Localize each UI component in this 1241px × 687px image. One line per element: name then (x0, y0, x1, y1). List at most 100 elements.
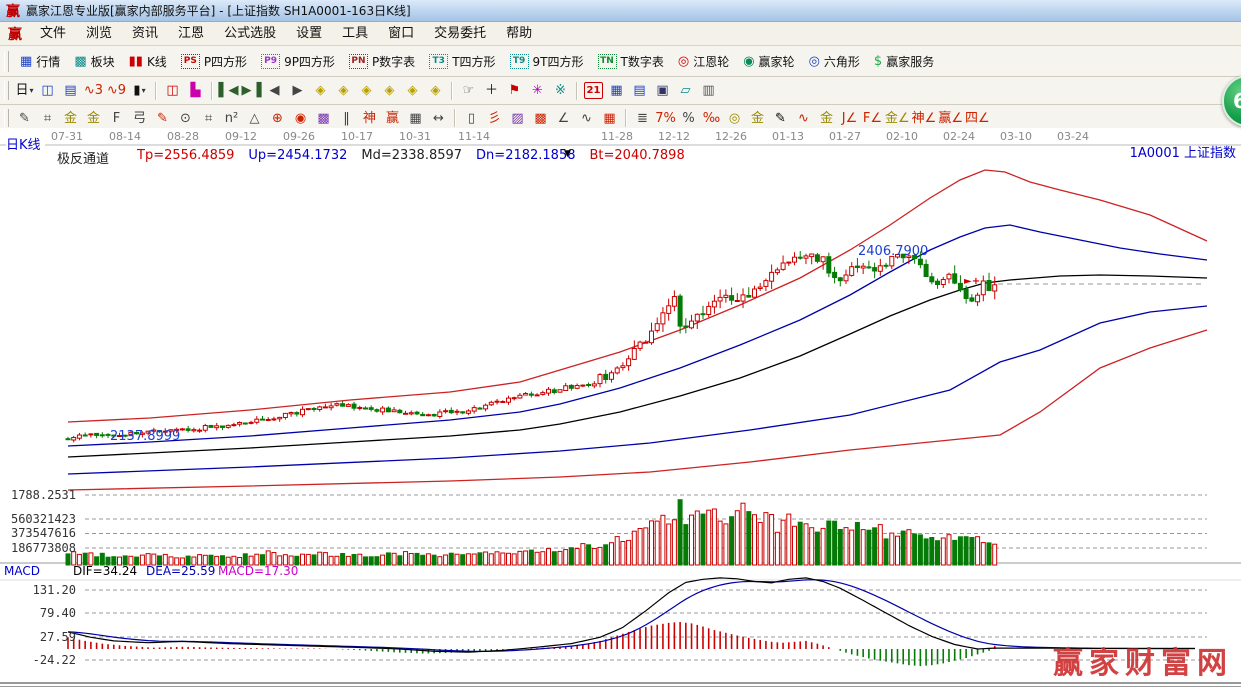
pencil-tool-icon[interactable]: ✎ (13, 107, 36, 129)
gann-diamond-cross-icon[interactable]: ◈ (401, 80, 424, 102)
9p-square-button[interactable]: P99P四方形 (254, 50, 342, 73)
menu-资讯[interactable]: 资讯 (122, 22, 168, 45)
menu-公式选股[interactable]: 公式选股 (214, 22, 286, 45)
bow-grid-icon[interactable]: 弓 (128, 107, 151, 129)
shade-grid-icon[interactable]: ▨ (506, 107, 529, 129)
kline-button[interactable]: ▮▮K线 (122, 50, 174, 73)
net-tool-icon[interactable]: ※ (549, 80, 572, 102)
menu-江恩[interactable]: 江恩 (168, 22, 214, 45)
period-selector-icon[interactable]: 日▾ (13, 80, 36, 102)
red-sheet-icon[interactable]: ▦ (598, 107, 621, 129)
p-square-button[interactable]: PSP四方形 (174, 50, 254, 73)
red-wave-icon[interactable]: ∿ (792, 107, 815, 129)
circle-tool-icon[interactable]: ⊙ (174, 107, 197, 129)
gold-circle-icon[interactable]: ◎ (723, 107, 746, 129)
f-angle-icon[interactable]: F∠ (861, 107, 884, 129)
gann-diamond-h-icon[interactable]: ◈ (355, 80, 378, 102)
menu-文件[interactable]: 文件 (30, 22, 76, 45)
gann-diamond-right-icon[interactable]: ◈ (332, 80, 355, 102)
gold-grid-2-icon[interactable]: 金 (82, 107, 105, 129)
first-bar-icon[interactable]: ▌◀ (217, 80, 240, 102)
ruler-123-icon[interactable]: ▦ (404, 107, 427, 129)
gold-grid-1-icon[interactable]: 金 (59, 107, 82, 129)
toolbar-grip[interactable] (4, 81, 9, 100)
9t-square-button[interactable]: T99T四方形 (503, 50, 591, 73)
calendar-icon[interactable]: 21 (584, 82, 603, 99)
last-bar-icon[interactable]: ▶▐ (240, 80, 263, 102)
red-window-icon[interactable]: ◫ (161, 80, 184, 102)
square-number-icon[interactable]: n² (220, 107, 243, 129)
si-angle-icon[interactable]: 四∠ (964, 107, 991, 129)
box-select-icon[interactable]: ▯ (460, 107, 483, 129)
parallel-tool-icon[interactable]: ‖ (335, 107, 358, 129)
flag-tool-icon[interactable]: ⚑ (503, 80, 526, 102)
kline-9-icon[interactable]: ∿9 (105, 80, 128, 102)
chart-area[interactable]: 07-3108-1408-2809-1209-2610-1710-3111-14… (0, 128, 1241, 686)
chart-canvas[interactable] (0, 128, 1241, 686)
info-panel-icon[interactable]: ▤ (59, 80, 82, 102)
shen-tool-icon[interactable]: 神 (358, 107, 381, 129)
winner-wheel-button[interactable]: ◉赢家轮 (736, 50, 801, 73)
sectors-button[interactable]: ▩板块 (67, 50, 121, 73)
ying-angle-icon[interactable]: 赢∠ (937, 107, 964, 129)
grid-tool-icon[interactable]: ⌗ (36, 107, 59, 129)
fib-grid-icon[interactable]: F (105, 107, 128, 129)
title-bar[interactable]: 赢 赢家江恩专业版[赢家内部服务平台] - [上证指数 SH1A0001-163… (0, 0, 1241, 22)
hexagon-button[interactable]: ◎六角形 (802, 50, 867, 73)
print-icon[interactable]: ▥ (697, 80, 720, 102)
wave-line-icon[interactable]: ∿ (575, 107, 598, 129)
toolbar-grip[interactable] (4, 109, 9, 127)
purple-grid-icon[interactable]: ▩ (312, 107, 335, 129)
gann-diamond-left-icon[interactable]: ◈ (309, 80, 332, 102)
menu-窗口[interactable]: 窗口 (378, 22, 424, 45)
levels-tool-icon[interactable]: ≣ (631, 107, 654, 129)
gann-compass-icon[interactable]: ⊕ (266, 107, 289, 129)
red-pencil-icon[interactable]: ✎ (151, 107, 174, 129)
hand-tool-icon[interactable]: ☞ (457, 80, 480, 102)
menu-帮助[interactable]: 帮助 (496, 22, 542, 45)
ying-tool-icon[interactable]: 赢 (381, 107, 404, 129)
kline-3-icon[interactable]: ∿3 (82, 80, 105, 102)
angle-mirror-icon[interactable]: △ (243, 107, 266, 129)
gold-angle-icon[interactable]: 金∠ (884, 107, 911, 129)
menu-工具[interactable]: 工具 (332, 22, 378, 45)
paint-chart-icon[interactable]: ▙ (184, 80, 207, 102)
fan-lines-icon[interactable]: 彡 (483, 107, 506, 129)
hash-tool-icon[interactable]: ⌗ (197, 107, 220, 129)
angle-line-icon[interactable]: ∠ (552, 107, 575, 129)
gann-diamond-expand-icon[interactable]: ◈ (424, 80, 447, 102)
p-table-button[interactable]: PNP数字表 (342, 50, 422, 73)
permille-icon[interactable]: ‰ (700, 107, 723, 129)
menu-交易委托[interactable]: 交易委托 (424, 22, 496, 45)
period-selector-dropdown-icon[interactable]: ▾ (30, 87, 34, 95)
menu-浏览[interactable]: 浏览 (76, 22, 122, 45)
red-grid-icon[interactable]: ▩ (529, 107, 552, 129)
report-icon[interactable]: ▤ (628, 80, 651, 102)
next-bar-icon[interactable]: ▶ (286, 80, 309, 102)
gold-tool-icon[interactable]: 金 (815, 107, 838, 129)
candle-style-icon[interactable]: ▮▾ (128, 80, 151, 102)
crosshair-tool-icon[interactable]: ＋ (480, 80, 503, 102)
toolbar-grip[interactable] (4, 51, 9, 72)
gann-diamond-in-icon[interactable]: ◈ (378, 80, 401, 102)
j-angle-icon[interactable]: J∠ (838, 107, 861, 129)
t-square-button[interactable]: T3T四方形 (422, 50, 502, 73)
save-icon[interactable]: ▣ (651, 80, 674, 102)
gann-wheel-button[interactable]: ◎江恩轮 (671, 50, 736, 73)
prev-bar-icon[interactable]: ◀ (263, 80, 286, 102)
shen-angle-icon[interactable]: 神∠ (911, 107, 938, 129)
quotes-button[interactable]: ▦行情 (13, 50, 67, 73)
gold-level-icon[interactable]: 金 (746, 107, 769, 129)
export-icon[interactable]: ▱ (674, 80, 697, 102)
t-table-button[interactable]: TNT数字表 (591, 50, 671, 73)
brush-tool-icon[interactable]: ✎ (769, 107, 792, 129)
winner-service-button[interactable]: $赢家服务 (867, 50, 941, 73)
width-measure-icon[interactable]: ↔ (427, 107, 450, 129)
window-layout-icon[interactable]: ◫ (36, 80, 59, 102)
gann-wheel-small-icon[interactable]: ◉ (289, 107, 312, 129)
menu-设置[interactable]: 设置 (286, 22, 332, 45)
pct-icon[interactable]: % (677, 107, 700, 129)
seven-pct-icon[interactable]: 7% (654, 107, 677, 129)
flower-tool-icon[interactable]: ✳ (526, 80, 549, 102)
calculator-icon[interactable]: ▦ (605, 80, 628, 102)
